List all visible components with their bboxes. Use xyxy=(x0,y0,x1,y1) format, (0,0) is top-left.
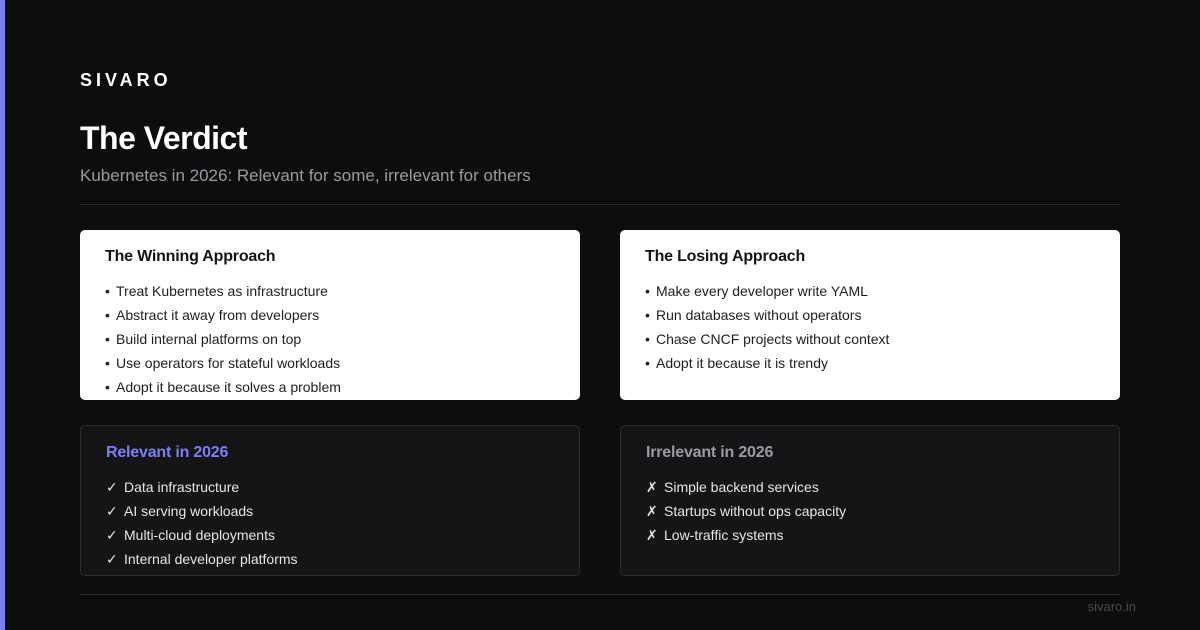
relevant-title: Relevant in 2026 xyxy=(106,444,229,461)
bullet-icon: • xyxy=(645,307,650,323)
cross-icon: ✗ xyxy=(646,503,658,519)
list-item-text: Treat Kubernetes as infrastructure xyxy=(116,283,328,299)
checkmark-icon: ✓ xyxy=(106,479,118,495)
losing-approach-title: The Losing Approach xyxy=(645,248,806,265)
checkmark-icon: ✓ xyxy=(106,527,118,543)
list-item-text: Build internal platforms on top xyxy=(116,331,302,347)
checkmark-icon: ✓ xyxy=(106,551,118,567)
list-item-text: Make every developer write YAML xyxy=(656,283,868,299)
winning-approach-title: The Winning Approach xyxy=(105,248,276,265)
list-item-text: Internal developer platforms xyxy=(124,551,298,567)
list-item-text: Run databases without operators xyxy=(656,307,862,323)
list-item-text: Adopt it because it is trendy xyxy=(656,355,828,371)
bullet-icon: • xyxy=(105,331,110,347)
winning-approach-card: The Winning Approach • Treat Kubernetes a… xyxy=(80,230,580,400)
list-item-text: Low-traffic systems xyxy=(664,527,784,543)
bullet-icon: • xyxy=(105,355,110,371)
brand-logo: SIVARO xyxy=(80,70,172,90)
list-item: • Use operators for stateful workloads xyxy=(105,351,555,375)
relevant-list: ✓ Data infrastructure ✓ AI serving workload… xyxy=(106,475,554,571)
relevant-card: Relevant in 2026 ✓ Data infrastructure ✓ AI… xyxy=(80,425,580,576)
list-item: ✗ Simple backend services xyxy=(646,475,1094,499)
accent-bar xyxy=(0,0,5,630)
bottom-divider xyxy=(80,594,1120,595)
list-item: ✓ AI serving workloads xyxy=(106,499,554,523)
list-item: ✗ Low-traffic systems xyxy=(646,523,1094,547)
bullet-icon: • xyxy=(645,331,650,347)
list-item: • Run databases without operators xyxy=(645,303,1095,327)
losing-approach-card: The Losing Approach • Make every develope… xyxy=(620,230,1120,400)
list-item-text: Use operators for stateful workloads xyxy=(116,355,341,371)
page-title: The Verdict xyxy=(80,120,248,156)
footer-url: sivaro.in xyxy=(1087,599,1136,614)
bullet-icon: • xyxy=(105,283,110,299)
list-item: ✓ Data infrastructure xyxy=(106,475,554,499)
list-item-text: AI serving workloads xyxy=(124,503,254,519)
bullet-icon: • xyxy=(645,283,650,299)
winning-approach-list: • Treat Kubernetes as infrastructure • Abst… xyxy=(105,279,555,399)
list-item-text: Abstract it away from developers xyxy=(116,307,320,323)
list-item: ✓ Multi-cloud deployments xyxy=(106,523,554,547)
list-item-text: Chase CNCF projects without context xyxy=(656,331,890,347)
top-divider xyxy=(80,204,1120,205)
list-item: • Treat Kubernetes as infrastructure xyxy=(105,279,555,303)
list-item: ✓ Internal developer platforms xyxy=(106,547,554,571)
irrelevant-list: ✗ Simple backend services ✗ Startups withou… xyxy=(646,475,1094,547)
bullet-icon: • xyxy=(105,379,110,395)
irrelevant-card: Irrelevant in 2026 ✗ Simple backend servi… xyxy=(620,425,1120,576)
losing-approach-list: • Make every developer write YAML • Run dat… xyxy=(645,279,1095,375)
bullet-icon: • xyxy=(105,307,110,323)
checkmark-icon: ✓ xyxy=(106,503,118,519)
list-item: • Make every developer write YAML xyxy=(645,279,1095,303)
list-item-text: Data infrastructure xyxy=(124,479,240,495)
irrelevant-title: Irrelevant in 2026 xyxy=(646,444,774,461)
list-item-text: Multi-cloud deployments xyxy=(124,527,275,543)
list-item: • Abstract it away from developers xyxy=(105,303,555,327)
list-item: ✗ Startups without ops capacity xyxy=(646,499,1094,523)
cross-icon: ✗ xyxy=(646,479,658,495)
cross-icon: ✗ xyxy=(646,527,658,543)
page-subtitle: Kubernetes in 2026: Relevant for some, i… xyxy=(80,166,531,185)
list-item-text: Adopt it because it solves a problem xyxy=(116,379,341,395)
list-item-text: Startups without ops capacity xyxy=(664,503,847,519)
bullet-icon: • xyxy=(645,355,650,371)
list-item: • Adopt it because it is trendy xyxy=(645,351,1095,375)
list-item: • Adopt it because it solves a problem xyxy=(105,375,555,399)
list-item: • Chase CNCF projects without context xyxy=(645,327,1095,351)
list-item-text: Simple backend services xyxy=(664,479,819,495)
list-item: • Build internal platforms on top xyxy=(105,327,555,351)
